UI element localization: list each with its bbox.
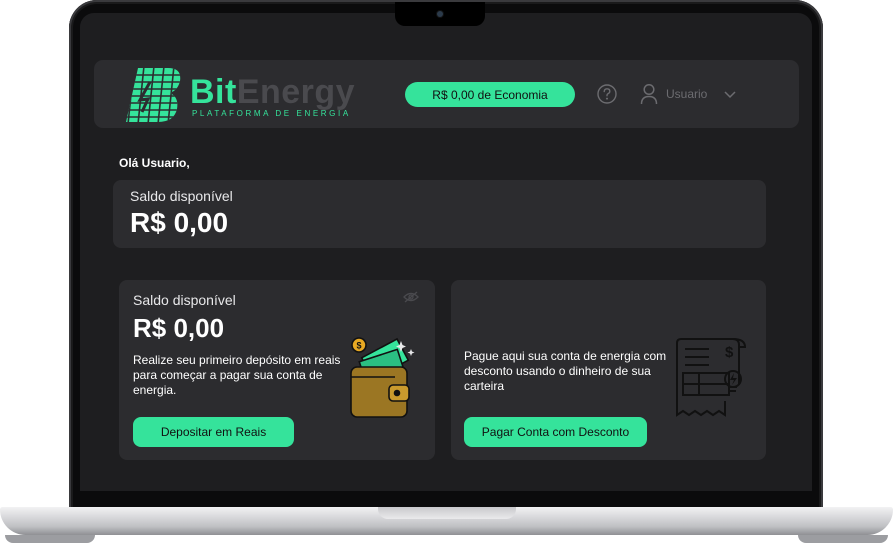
balance-value: R$ 0,00 <box>130 207 229 238</box>
greeting-text: Olá Usuario, <box>119 156 190 170</box>
savings-badge[interactable]: R$ 0,00 de Economia <box>405 82 575 107</box>
pay-bill-description: Pague aqui sua conta de energia com desc… <box>464 349 666 394</box>
camera-icon <box>437 11 443 17</box>
app-screen: BitEnergy PLATAFORMA DE ENERGIA R$ 0,00 … <box>80 13 812 491</box>
brand-wordmark: BitEnergy <box>190 75 355 109</box>
pay-bill-description-line: carteira <box>464 379 505 393</box>
brand-logo[interactable]: BitEnergy PLATAFORMA DE ENERGIA <box>124 66 384 122</box>
deposit-card: Saldo disponível R$ 0,00 Realize seu pri… <box>119 280 435 460</box>
user-name[interactable]: Usuario <box>666 87 707 101</box>
brand-name-bit: Bit <box>190 73 237 111</box>
deposit-description-line: Realize seu primeiro depósito em reais <box>133 353 341 367</box>
laptop-base <box>0 507 893 535</box>
deposit-button[interactable]: Depositar em Reais <box>133 417 294 447</box>
brand-tagline: PLATAFORMA DE ENERGIA <box>192 109 351 118</box>
svg-text:$: $ <box>356 341 361 351</box>
pay-bill-button[interactable]: Pagar Conta com Desconto <box>464 417 647 447</box>
balance-label: Saldo disponível <box>130 188 233 204</box>
pay-bill-card: Pague aqui sua conta de energia com desc… <box>451 280 766 460</box>
deposit-balance-value: R$ 0,00 <box>133 313 225 343</box>
laptop-base-notch <box>378 507 516 519</box>
pay-bill-description-line: desconto usando o dinheiro de sua <box>464 364 651 378</box>
deposit-description-line: energia. <box>133 383 177 397</box>
balance-summary-card: Saldo disponível R$ 0,00 <box>113 180 766 248</box>
wallet-money-icon: $ <box>350 337 415 418</box>
chevron-down-icon[interactable] <box>723 87 737 101</box>
deposit-description-line: para começar a pagar sua conta de <box>133 368 323 382</box>
laptop-foot-left <box>5 535 95 543</box>
brand-name-energy: Energy <box>236 73 356 111</box>
pay-bill-description-line: Pague aqui sua conta de energia com <box>464 349 667 363</box>
deposit-balance-label: Saldo disponível <box>133 292 236 308</box>
top-header: BitEnergy PLATAFORMA DE ENERGIA R$ 0,00 … <box>94 60 799 128</box>
laptop-foot-right <box>798 535 888 543</box>
svg-text:$: $ <box>725 344 734 361</box>
help-circle-icon[interactable] <box>597 84 617 104</box>
eye-off-icon[interactable] <box>403 291 419 303</box>
logo-mark-icon <box>126 68 181 122</box>
camera-notch <box>395 2 485 26</box>
energy-bill-icon: $ <box>676 338 747 417</box>
deposit-description: Realize seu primeiro depósito em reais p… <box>133 353 340 398</box>
user-icon[interactable] <box>640 83 658 105</box>
